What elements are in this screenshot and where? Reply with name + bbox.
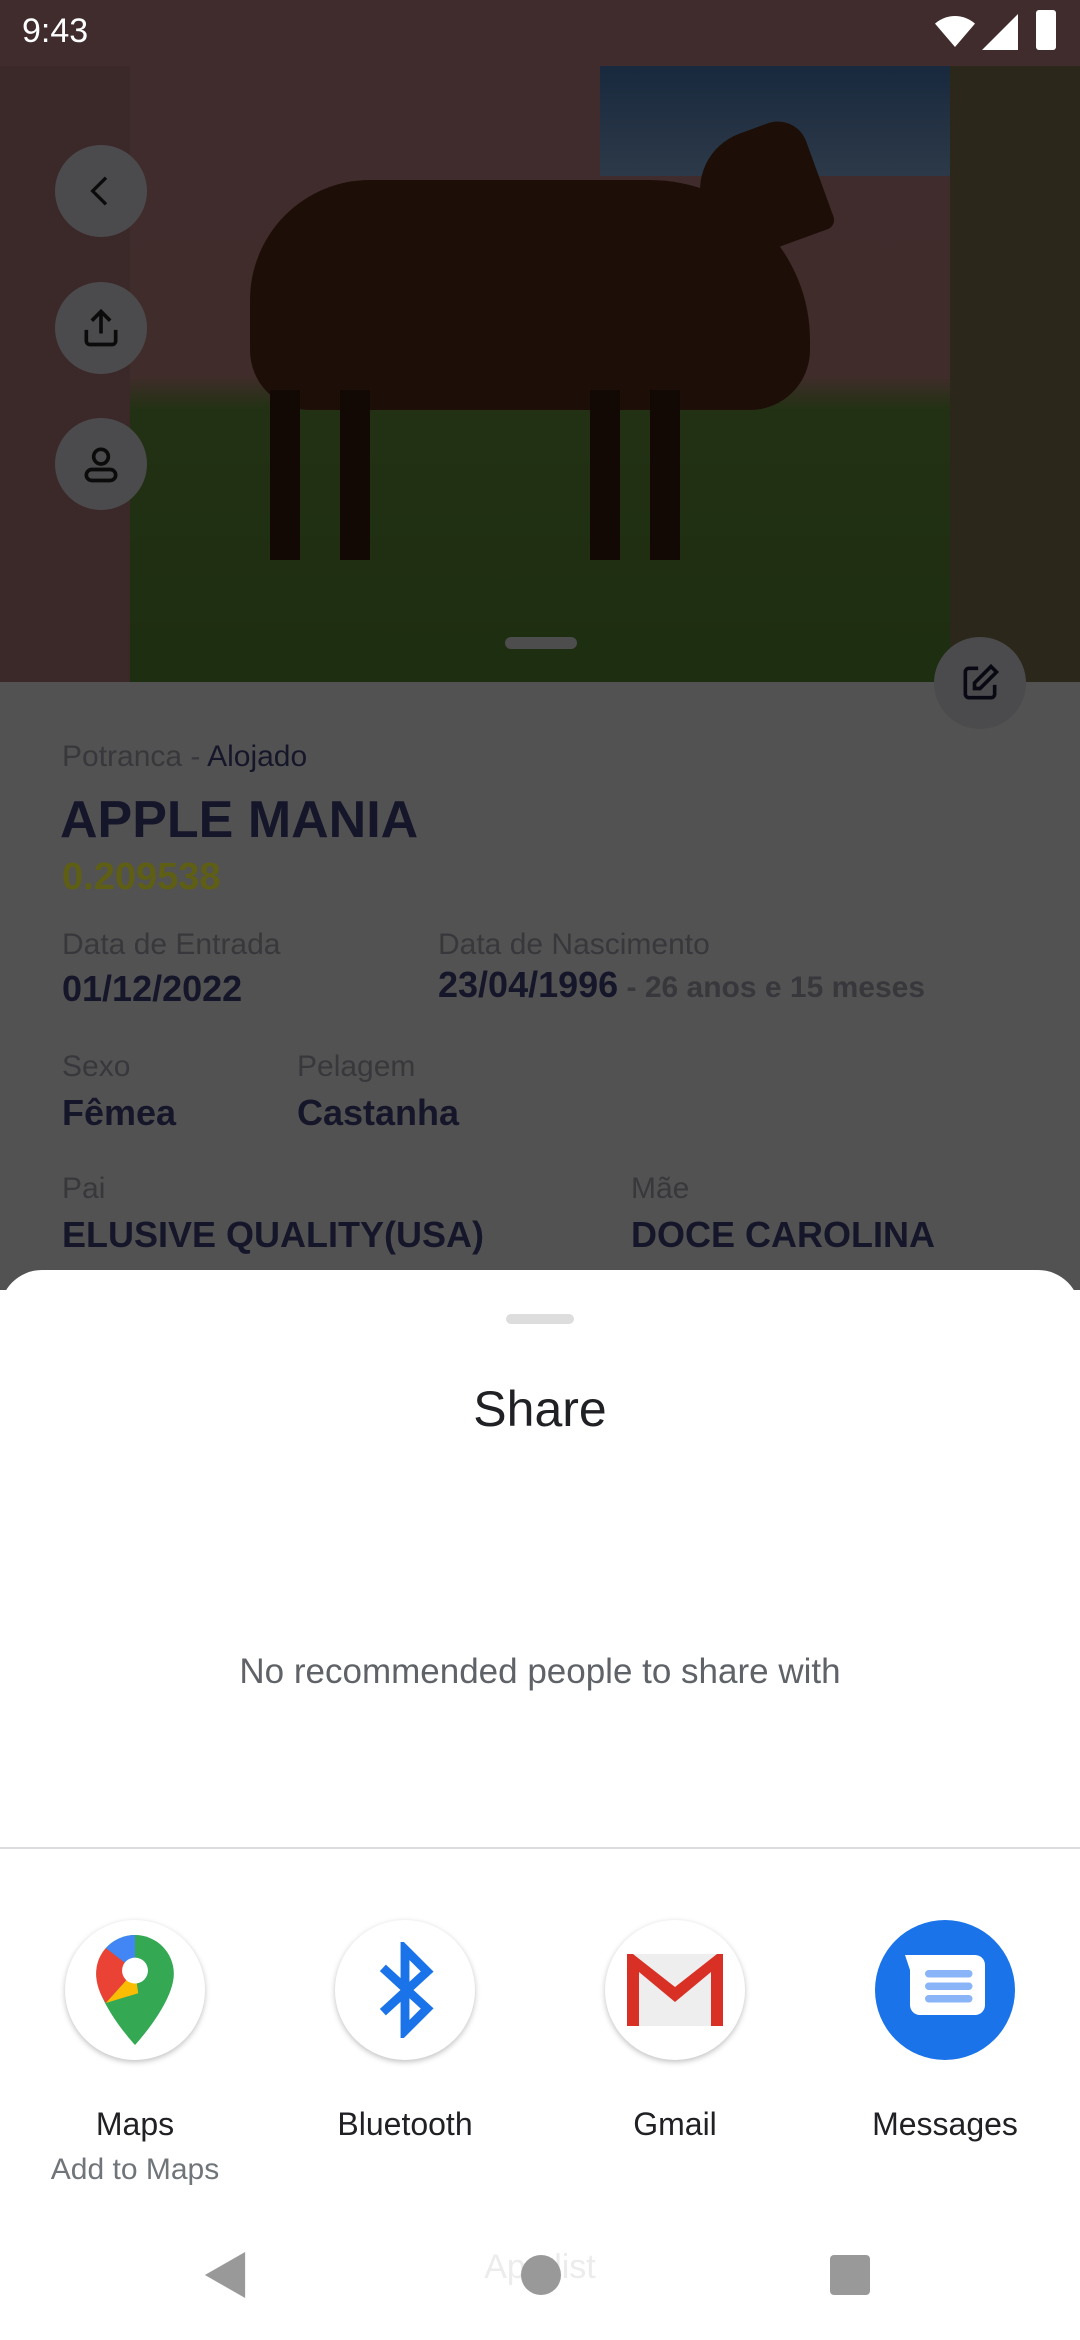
- horse-name: APPLE MANIA: [60, 791, 419, 849]
- birth-date: 23/04/1996 - 26 anos e 15 meses: [438, 964, 925, 1006]
- nav-back-icon[interactable]: [204, 2252, 246, 2298]
- sex-value: Fêmea: [62, 1092, 177, 1133]
- share-target-maps[interactable]: Maps Add to Maps: [0, 1920, 270, 2187]
- birth-date-label: Data de Nascimento: [438, 928, 710, 961]
- dam-value: DOCE CAROLINA: [631, 1214, 935, 1255]
- horse-code: 0.209538: [62, 856, 221, 898]
- sire-label: Pai: [62, 1172, 106, 1205]
- birth-date-value: 23/04/1996: [438, 964, 619, 1005]
- divider: [0, 1847, 1080, 1849]
- coat-label: Pelagem: [297, 1050, 416, 1083]
- app-label: Bluetooth: [337, 2106, 473, 2142]
- status-bar: 9:43: [0, 0, 1080, 66]
- messages-icon: [875, 1920, 1015, 2060]
- drag-handle[interactable]: [506, 1314, 574, 1324]
- gmail-icon: [605, 1920, 745, 2060]
- share-target-gmail[interactable]: Gmail: [540, 1920, 810, 2143]
- bluetooth-icon: [335, 1920, 475, 2060]
- separator: -: [182, 740, 208, 773]
- status: Alojado: [207, 740, 308, 773]
- age: - 26 anos e 15 meses: [618, 971, 926, 1004]
- coat-value: Castanha: [297, 1092, 460, 1133]
- nav-recents-icon[interactable]: [830, 2255, 870, 2295]
- app-label: Maps: [95, 2106, 175, 2142]
- share-target-bluetooth[interactable]: Bluetooth: [270, 1920, 540, 2143]
- entry-date-value: 01/12/2022: [62, 968, 243, 1009]
- signal-icon: [982, 14, 1018, 50]
- app-label: Gmail: [633, 2106, 717, 2142]
- nav-home-icon[interactable]: [521, 2255, 561, 2295]
- share-title: Share: [473, 1381, 607, 1437]
- google-maps-icon: [65, 1920, 205, 2060]
- sire-value: ELUSIVE QUALITY(USA): [62, 1214, 485, 1255]
- app-label: Messages: [872, 2106, 1018, 2142]
- battery-icon: [1036, 10, 1056, 50]
- entry-date-label: Data de Entrada: [62, 928, 281, 961]
- share-target-messages[interactable]: Messages: [810, 1920, 1080, 2143]
- app-sublabel: Add to Maps: [50, 2153, 220, 2186]
- empty-recommendations: No recommended people to share with: [239, 1652, 841, 1691]
- wifi-icon: [935, 16, 975, 47]
- dam-label: Mãe: [631, 1172, 690, 1205]
- clock: 9:43: [22, 12, 89, 50]
- category: Potranca: [62, 740, 183, 773]
- category-status: Potranca - Alojado: [62, 740, 307, 774]
- sex-label: Sexo: [62, 1050, 131, 1083]
